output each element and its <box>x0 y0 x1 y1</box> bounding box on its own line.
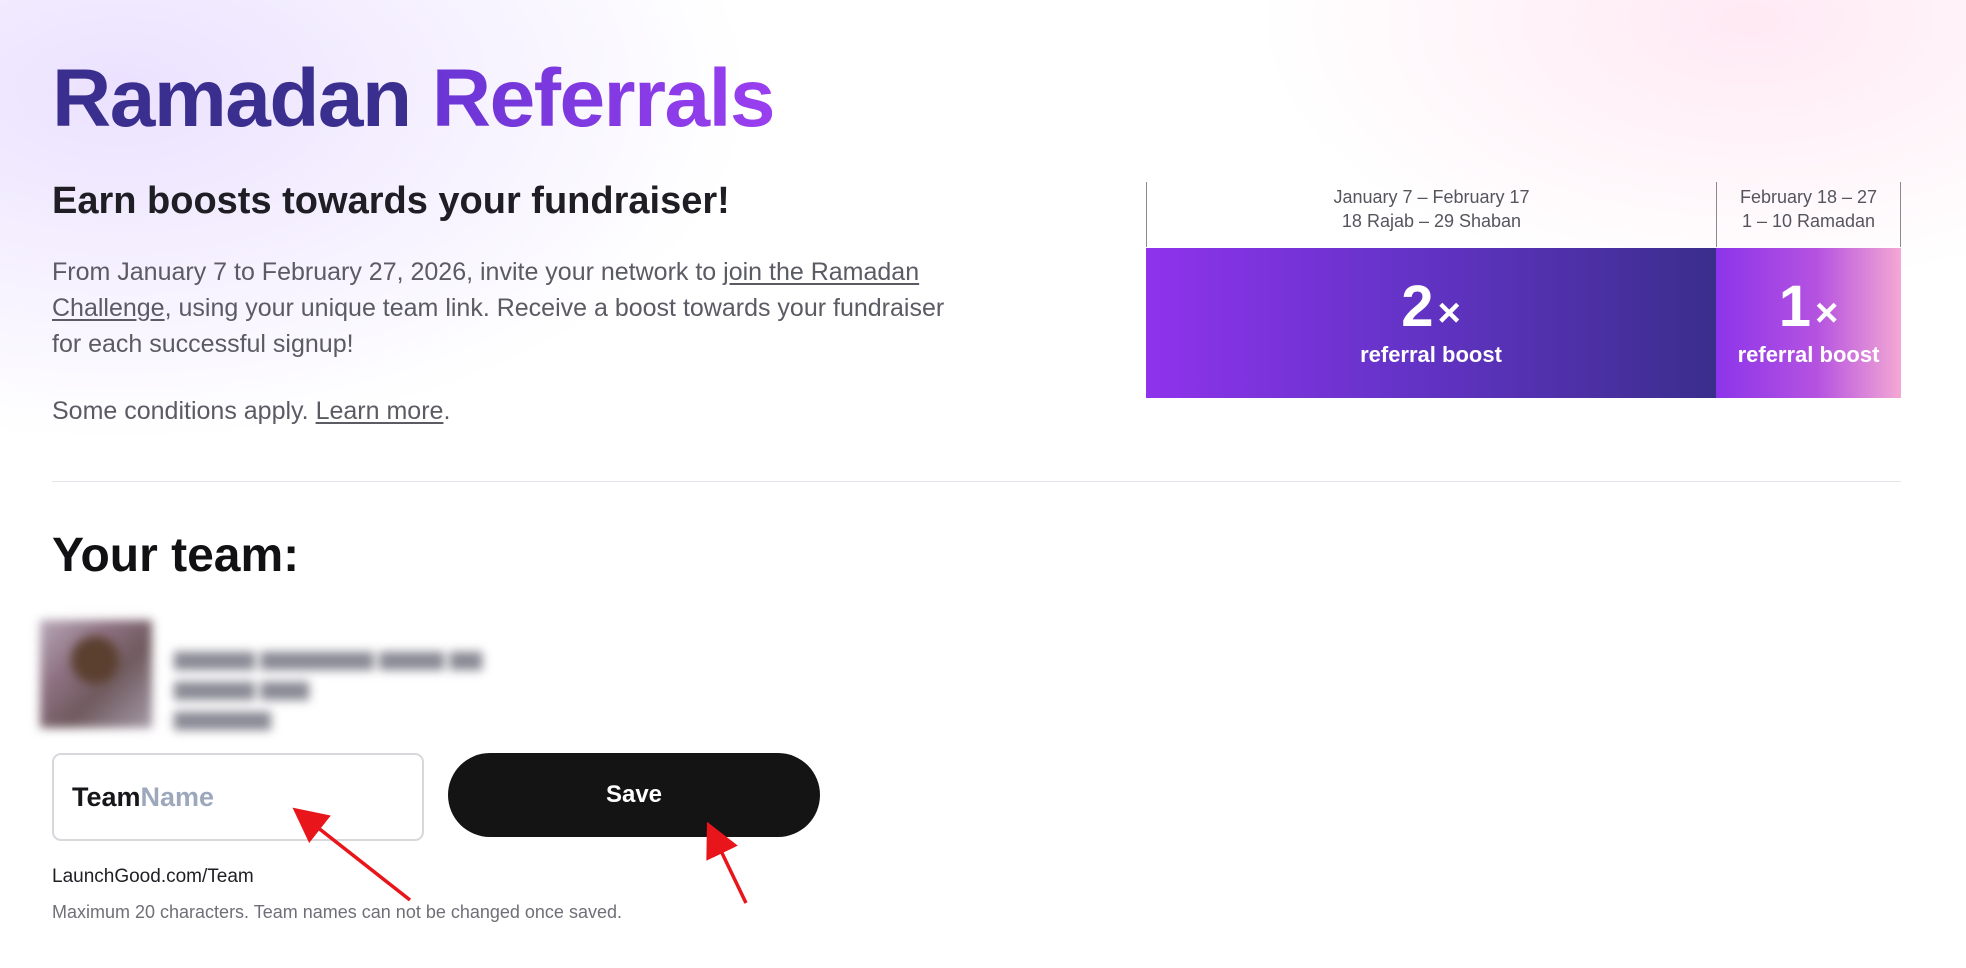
team-heading: Your team: <box>52 529 300 582</box>
phase-1-multiplier: 2 × <box>1146 278 1716 336</box>
phase-2-multiplier: 1 × <box>1716 278 1901 336</box>
phase-2-boost-box: 1 × referral boost <box>1716 248 1901 398</box>
team-name-prefix: Team <box>72 781 141 812</box>
multiply-icon: × <box>1814 291 1839 335</box>
team-name-hint: Maximum 20 characters. Team names can no… <box>52 902 622 922</box>
intro-description-text-before: From January 7 to February 27, 2026, inv… <box>52 258 724 286</box>
phase-2-boost-label: referral boost <box>1737 342 1880 367</box>
boost-phase-1: January 7 – February 17 18 Rajab – 29 Sh… <box>1146 182 1716 398</box>
blurred-team-card: ▆▆▆▆▆ ▆▆▆▆▆▆▆ ▆▆▆▆ ▆▆ ▆▆▆▆▆ ▆▆▆ ▆▆▆▆▆▆ <box>40 610 570 730</box>
save-button[interactable]: Save <box>448 753 820 837</box>
team-url-label: LaunchGood.com/Team <box>52 866 254 887</box>
conditions-period: . <box>443 397 451 425</box>
team-name-input[interactable]: Team Name <box>52 753 424 841</box>
phase-1-multiplier-value: 2 <box>1401 274 1434 339</box>
phase-2-multiplier-value: 1 <box>1778 274 1811 339</box>
blurred-campaign-name: ▆▆▆▆▆ ▆▆▆▆▆▆▆ ▆▆▆▆ ▆▆ ▆▆▆▆▆ ▆▆▆ ▆▆▆▆▆▆ <box>174 647 483 730</box>
boost-timeline: January 7 – February 17 18 Rajab – 29 Sh… <box>1146 182 1953 398</box>
conditions-note: Some conditions apply. Learn more. <box>52 397 450 426</box>
phase-2-dates: February 18 – 27 1 – 10 Ramadan <box>1716 182 1901 247</box>
phase-1-boost-label: referral boost <box>1360 342 1502 367</box>
phase-2-hijri-dates: 1 – 10 Ramadan <box>1741 211 1876 231</box>
page-title: Ramadan Referrals <box>52 50 776 148</box>
team-name-placeholder: Name <box>140 781 215 812</box>
conditions-text: Some conditions apply. <box>52 397 316 425</box>
referrals-page: Ramadan Referrals Earn boosts towards yo… <box>40 0 1901 968</box>
phase-1-gregorian-dates: January 7 – February 17 <box>1333 187 1530 207</box>
page-title-part1: Ramadan <box>52 53 412 144</box>
phase-1-boost-box: 2 × referral boost <box>1146 248 1716 398</box>
phase-2-gregorian-dates: February 18 – 27 <box>1739 187 1878 207</box>
phase-1-dates: January 7 – February 17 18 Rajab – 29 Sh… <box>1146 182 1716 247</box>
phase-1-hijri-dates: 18 Rajab – 29 Shaban <box>1341 211 1522 231</box>
intro-subtitle: Earn boosts towards your fundraiser! <box>52 180 730 222</box>
team-avatar <box>40 620 152 728</box>
section-divider <box>52 481 1901 482</box>
multiply-icon: × <box>1437 291 1461 335</box>
intro-description: From January 7 to February 27, 2026, inv… <box>52 254 972 362</box>
boost-phase-2: February 18 – 27 1 – 10 Ramadan 1 × refer… <box>1716 182 1901 398</box>
page-title-part2: Referrals <box>431 53 776 144</box>
intro-description-text-after: , using your unique team link. Receive a… <box>52 294 945 358</box>
learn-more-link[interactable]: Learn more <box>316 397 444 425</box>
